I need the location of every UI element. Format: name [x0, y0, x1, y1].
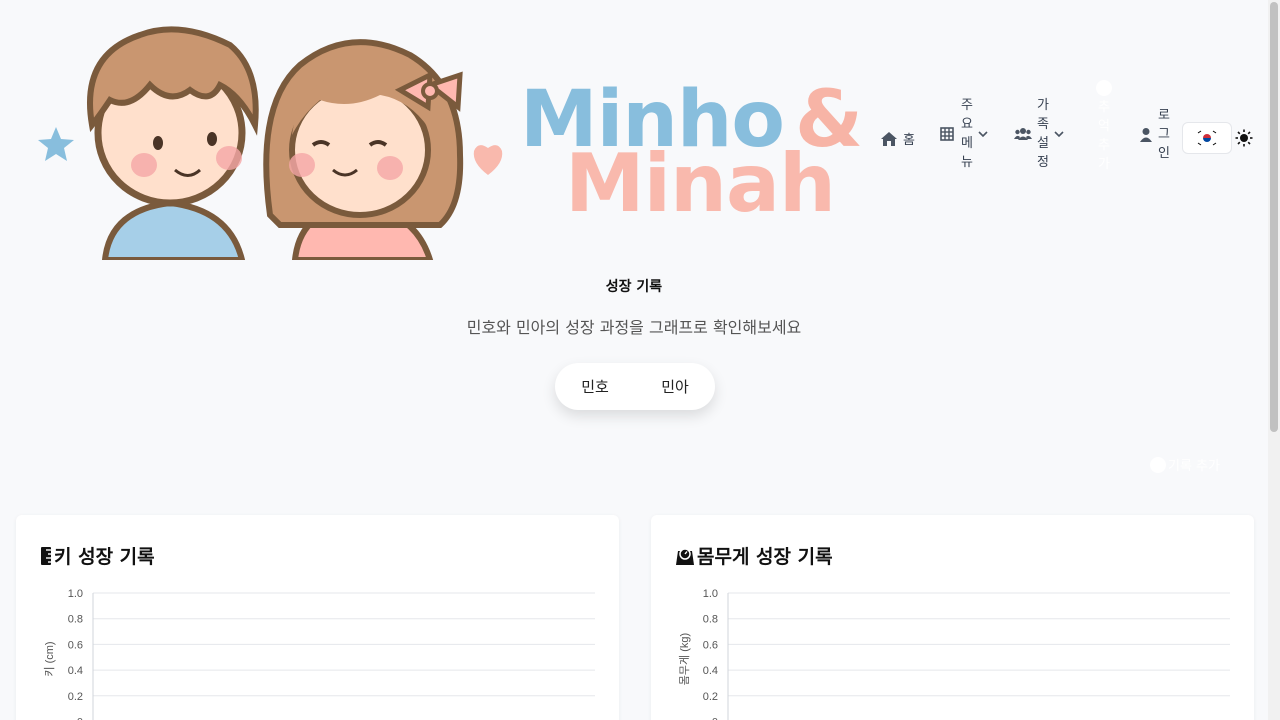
theme-toggle[interactable]	[1234, 128, 1254, 148]
height-chart-card: 키 성장 기록 1.00.80.60.40.20키 (cm)	[16, 515, 619, 720]
toggle-minah[interactable]: 민아	[635, 376, 715, 397]
toggle-minho[interactable]: 민호	[555, 376, 635, 397]
users-icon	[1014, 128, 1032, 140]
scrollbar[interactable]	[1268, 0, 1280, 720]
y-axis-label: 키 (cm)	[43, 641, 56, 676]
height-chart: 1.0 0.8 0.6 0.4 0.2 0 키 (cm)	[43, 588, 595, 720]
y-tick-label: 1.0	[68, 588, 83, 600]
home-icon	[881, 131, 897, 146]
nav-add-memory[interactable]: 추억추가	[1096, 80, 1112, 174]
y-tick-label: 1.0	[703, 588, 718, 600]
brand-logo[interactable]: Minho & Minah	[515, 75, 865, 235]
nav-home-label: 홈	[903, 133, 915, 148]
nav-login[interactable]: 로그인	[1139, 106, 1170, 163]
chevron-down-icon	[1054, 131, 1064, 138]
nav-login-label: 로그인	[1158, 108, 1170, 161]
nav-main-menu[interactable]: 주요메뉴	[940, 96, 989, 172]
scrollbar-thumb[interactable]	[1270, 2, 1278, 432]
y-tick-label: 0.6	[68, 639, 83, 651]
nav-family-settings[interactable]: 가족설정	[1014, 96, 1065, 172]
y-tick-label: 0.2	[703, 691, 718, 703]
y-tick-label: 0	[712, 717, 718, 720]
y-tick-label: 0.8	[68, 614, 83, 626]
site-header: Minho & Minah 홈 주요메뉴 가족설정 추억추가 로그인	[0, 0, 1268, 260]
y-axis-label: 몸무게 (kg)	[678, 633, 691, 685]
nav-home[interactable]: 홈	[880, 129, 915, 148]
weight-chart: 1.0 0.8 0.6 0.4 0.2 0 몸무게 (kg)	[678, 588, 1230, 720]
language-selector[interactable]	[1182, 122, 1232, 154]
sun-icon	[1235, 129, 1253, 147]
y-tick-label: 0	[77, 717, 83, 720]
user-icon	[1140, 127, 1152, 142]
y-tick-label: 0.4	[703, 665, 718, 677]
korea-flag-icon	[1196, 130, 1218, 146]
y-tick-label: 0.6	[703, 639, 718, 651]
grid-icon	[940, 127, 954, 141]
y-tick-label: 0.8	[703, 614, 718, 626]
weight-chart-card: 몸무게 성장 기록 1.00.80.60.40.20몸무게 (kg)	[651, 515, 1254, 720]
add-record-label: 기록 추가	[1168, 459, 1220, 474]
page-title: 성장 기록	[605, 279, 663, 295]
nav-main-menu-label: 주요메뉴	[961, 98, 973, 170]
brand-line2: Minah	[565, 137, 836, 230]
nav-add-memory-label: 추억추가	[1096, 80, 1112, 174]
y-tick-label: 0.4	[68, 665, 83, 677]
nav-family-settings-label: 가족설정	[1037, 98, 1049, 170]
kids-illustration	[38, 26, 503, 260]
plus-icon	[1096, 80, 1112, 96]
page-subtitle: 민호와 민아의 성장 과정을 그래프로 확인해보세요	[466, 318, 802, 337]
add-record-button[interactable]: 기록 추가	[1150, 455, 1220, 474]
chevron-down-icon	[978, 131, 988, 138]
child-toggle: 민호 민아	[555, 363, 715, 410]
y-tick-label: 0.2	[68, 691, 83, 703]
plus-icon	[1150, 456, 1166, 473]
